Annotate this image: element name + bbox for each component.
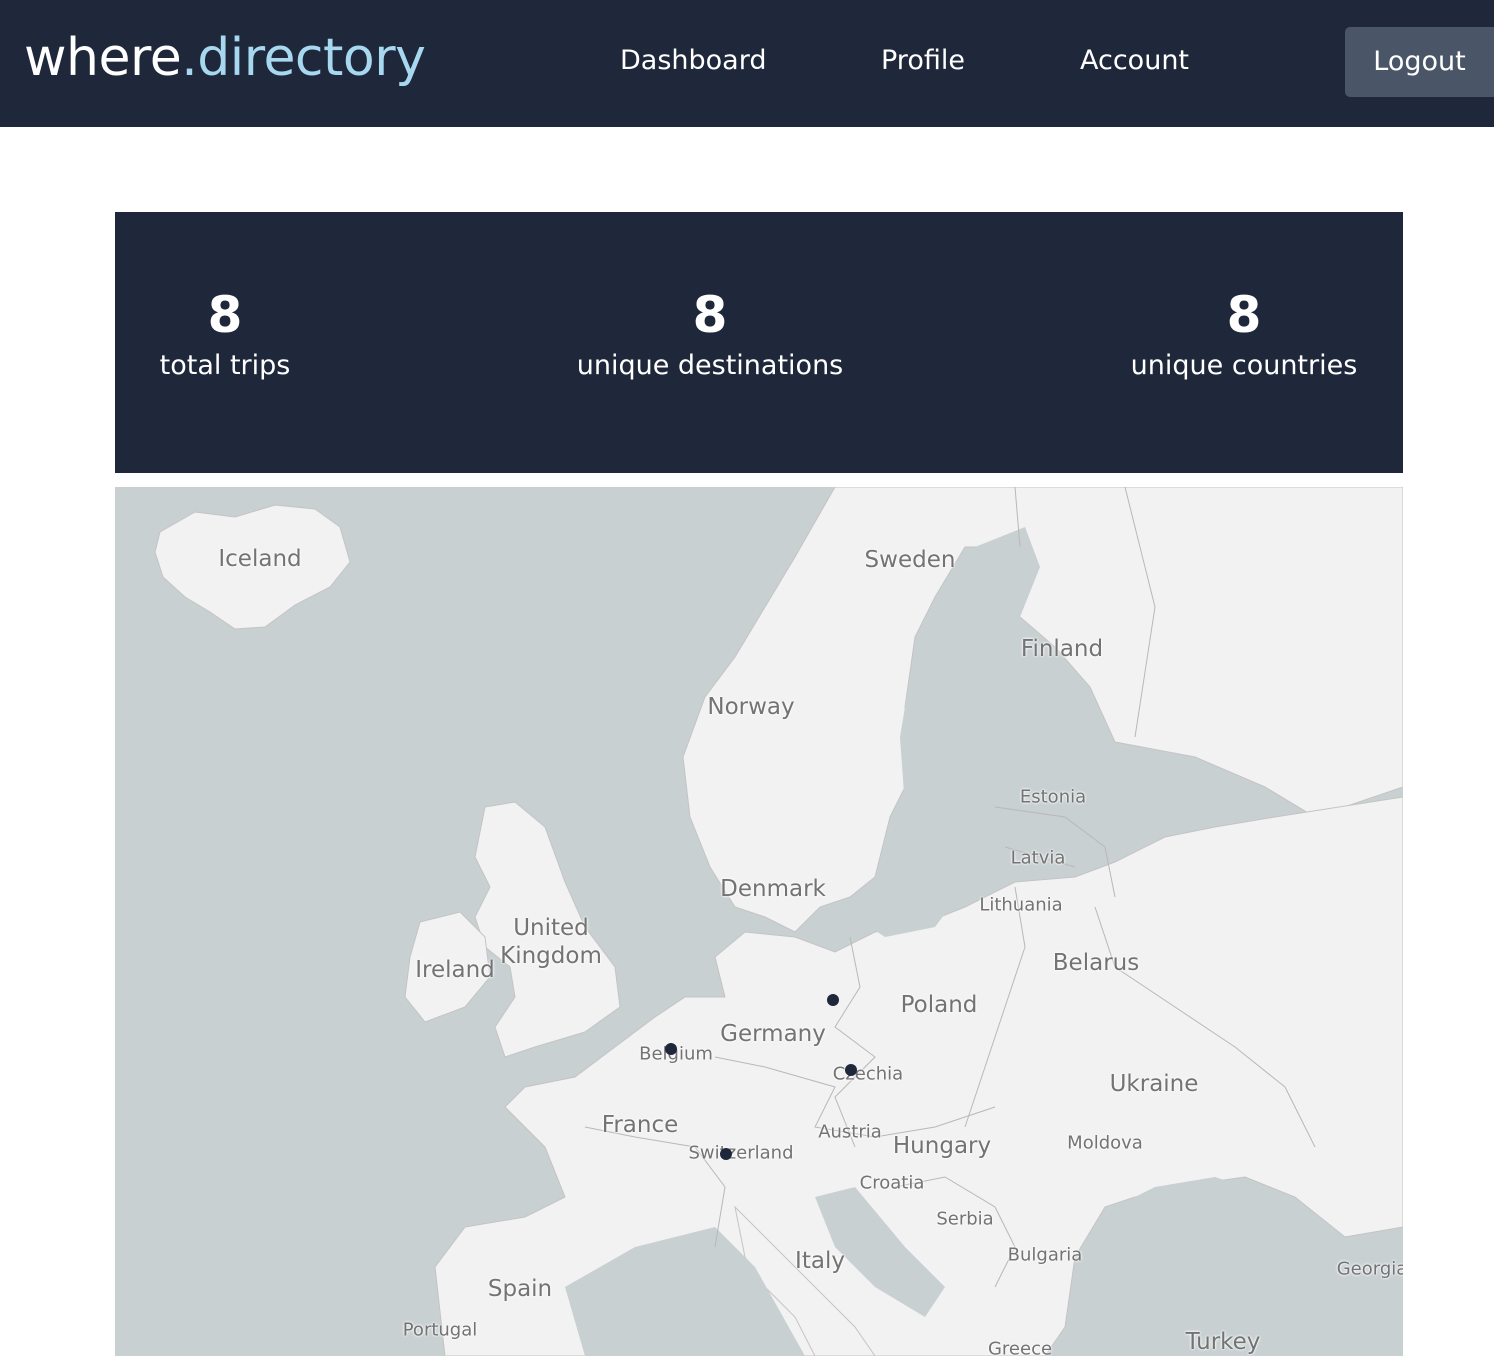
top-navbar: where.directory Dashboard Profile Accoun…: [0, 0, 1494, 127]
map-label-lithuania: Lithuania: [979, 894, 1063, 916]
stat-label: unique countries: [1130, 350, 1358, 381]
trips-map[interactable]: Iceland Sweden Finland Norway Estonia La…: [115, 487, 1403, 1356]
map-label-georgia: Georgia: [1336, 1258, 1403, 1280]
stat-value: 8: [692, 286, 728, 344]
map-label-finland: Finland: [1020, 636, 1104, 662]
nav-profile[interactable]: Profile: [881, 42, 965, 80]
map-label-bulgaria: Bulgaria: [1007, 1244, 1083, 1266]
map-label-sweden: Sweden: [864, 547, 956, 573]
map-label-ireland: Ireland: [415, 957, 495, 983]
brand-name: where: [24, 28, 182, 88]
map-label-turkey: Turkey: [1185, 1329, 1261, 1355]
map-label-united: United: [513, 915, 589, 941]
map-label-italy: Italy: [795, 1248, 845, 1274]
nav-dashboard[interactable]: Dashboard: [620, 42, 766, 80]
map-label-estonia: Estonia: [1019, 786, 1087, 808]
map-label-croatia: Croatia: [859, 1172, 925, 1194]
stat-unique-countries: 8 unique countries: [1119, 280, 1369, 386]
map-label-spain: Spain: [487, 1276, 553, 1302]
map-label-latvia: Latvia: [1010, 847, 1066, 869]
map-label-belarus: Belarus: [1052, 950, 1140, 976]
map-label-moldova: Moldova: [1067, 1132, 1143, 1154]
map-label-germany: Germany: [720, 1021, 826, 1047]
stats-panel: 8 total trips 8 unique destinations 8 un…: [115, 212, 1403, 473]
map-label-france: France: [601, 1112, 679, 1138]
map-label-denmark: Denmark: [720, 876, 826, 902]
map-label-norway: Norway: [707, 694, 795, 720]
map-label-ukraine: Ukraine: [1109, 1071, 1199, 1097]
trip-pin-marker[interactable]: [720, 1148, 732, 1160]
map-label-austria: Austria: [818, 1121, 882, 1143]
map-label-hungary: Hungary: [892, 1133, 992, 1159]
stat-label: unique destinations: [576, 350, 844, 381]
map-label-czechia: Czechia: [832, 1063, 904, 1085]
stat-total-trips: 8 total trips: [115, 280, 335, 386]
trip-pin-marker[interactable]: [827, 994, 839, 1006]
brand-logo[interactable]: where.directory: [24, 22, 426, 94]
stat-value: 8: [207, 286, 243, 344]
stat-value: 8: [1226, 286, 1262, 344]
map-label-serbia: Serbia: [936, 1208, 994, 1230]
map-label-iceland: Iceland: [218, 546, 302, 572]
logout-button[interactable]: Logout: [1345, 27, 1494, 97]
map-label-switzerland: Switzerland: [688, 1142, 794, 1164]
trip-pin-marker[interactable]: [845, 1064, 857, 1076]
brand-domain: .directory: [181, 28, 426, 88]
map-label-poland: Poland: [900, 992, 978, 1018]
map-label-kingdom: Kingdom: [500, 943, 602, 969]
stat-label: total trips: [159, 350, 291, 381]
map-base: [154, 487, 1403, 1356]
stat-unique-destinations: 8 unique destinations: [560, 280, 860, 386]
map-label-portugal: Portugal: [402, 1319, 478, 1341]
trip-pin-marker[interactable]: [665, 1043, 677, 1055]
map-label-greece: Greece: [987, 1338, 1053, 1356]
nav-account[interactable]: Account: [1080, 42, 1189, 80]
